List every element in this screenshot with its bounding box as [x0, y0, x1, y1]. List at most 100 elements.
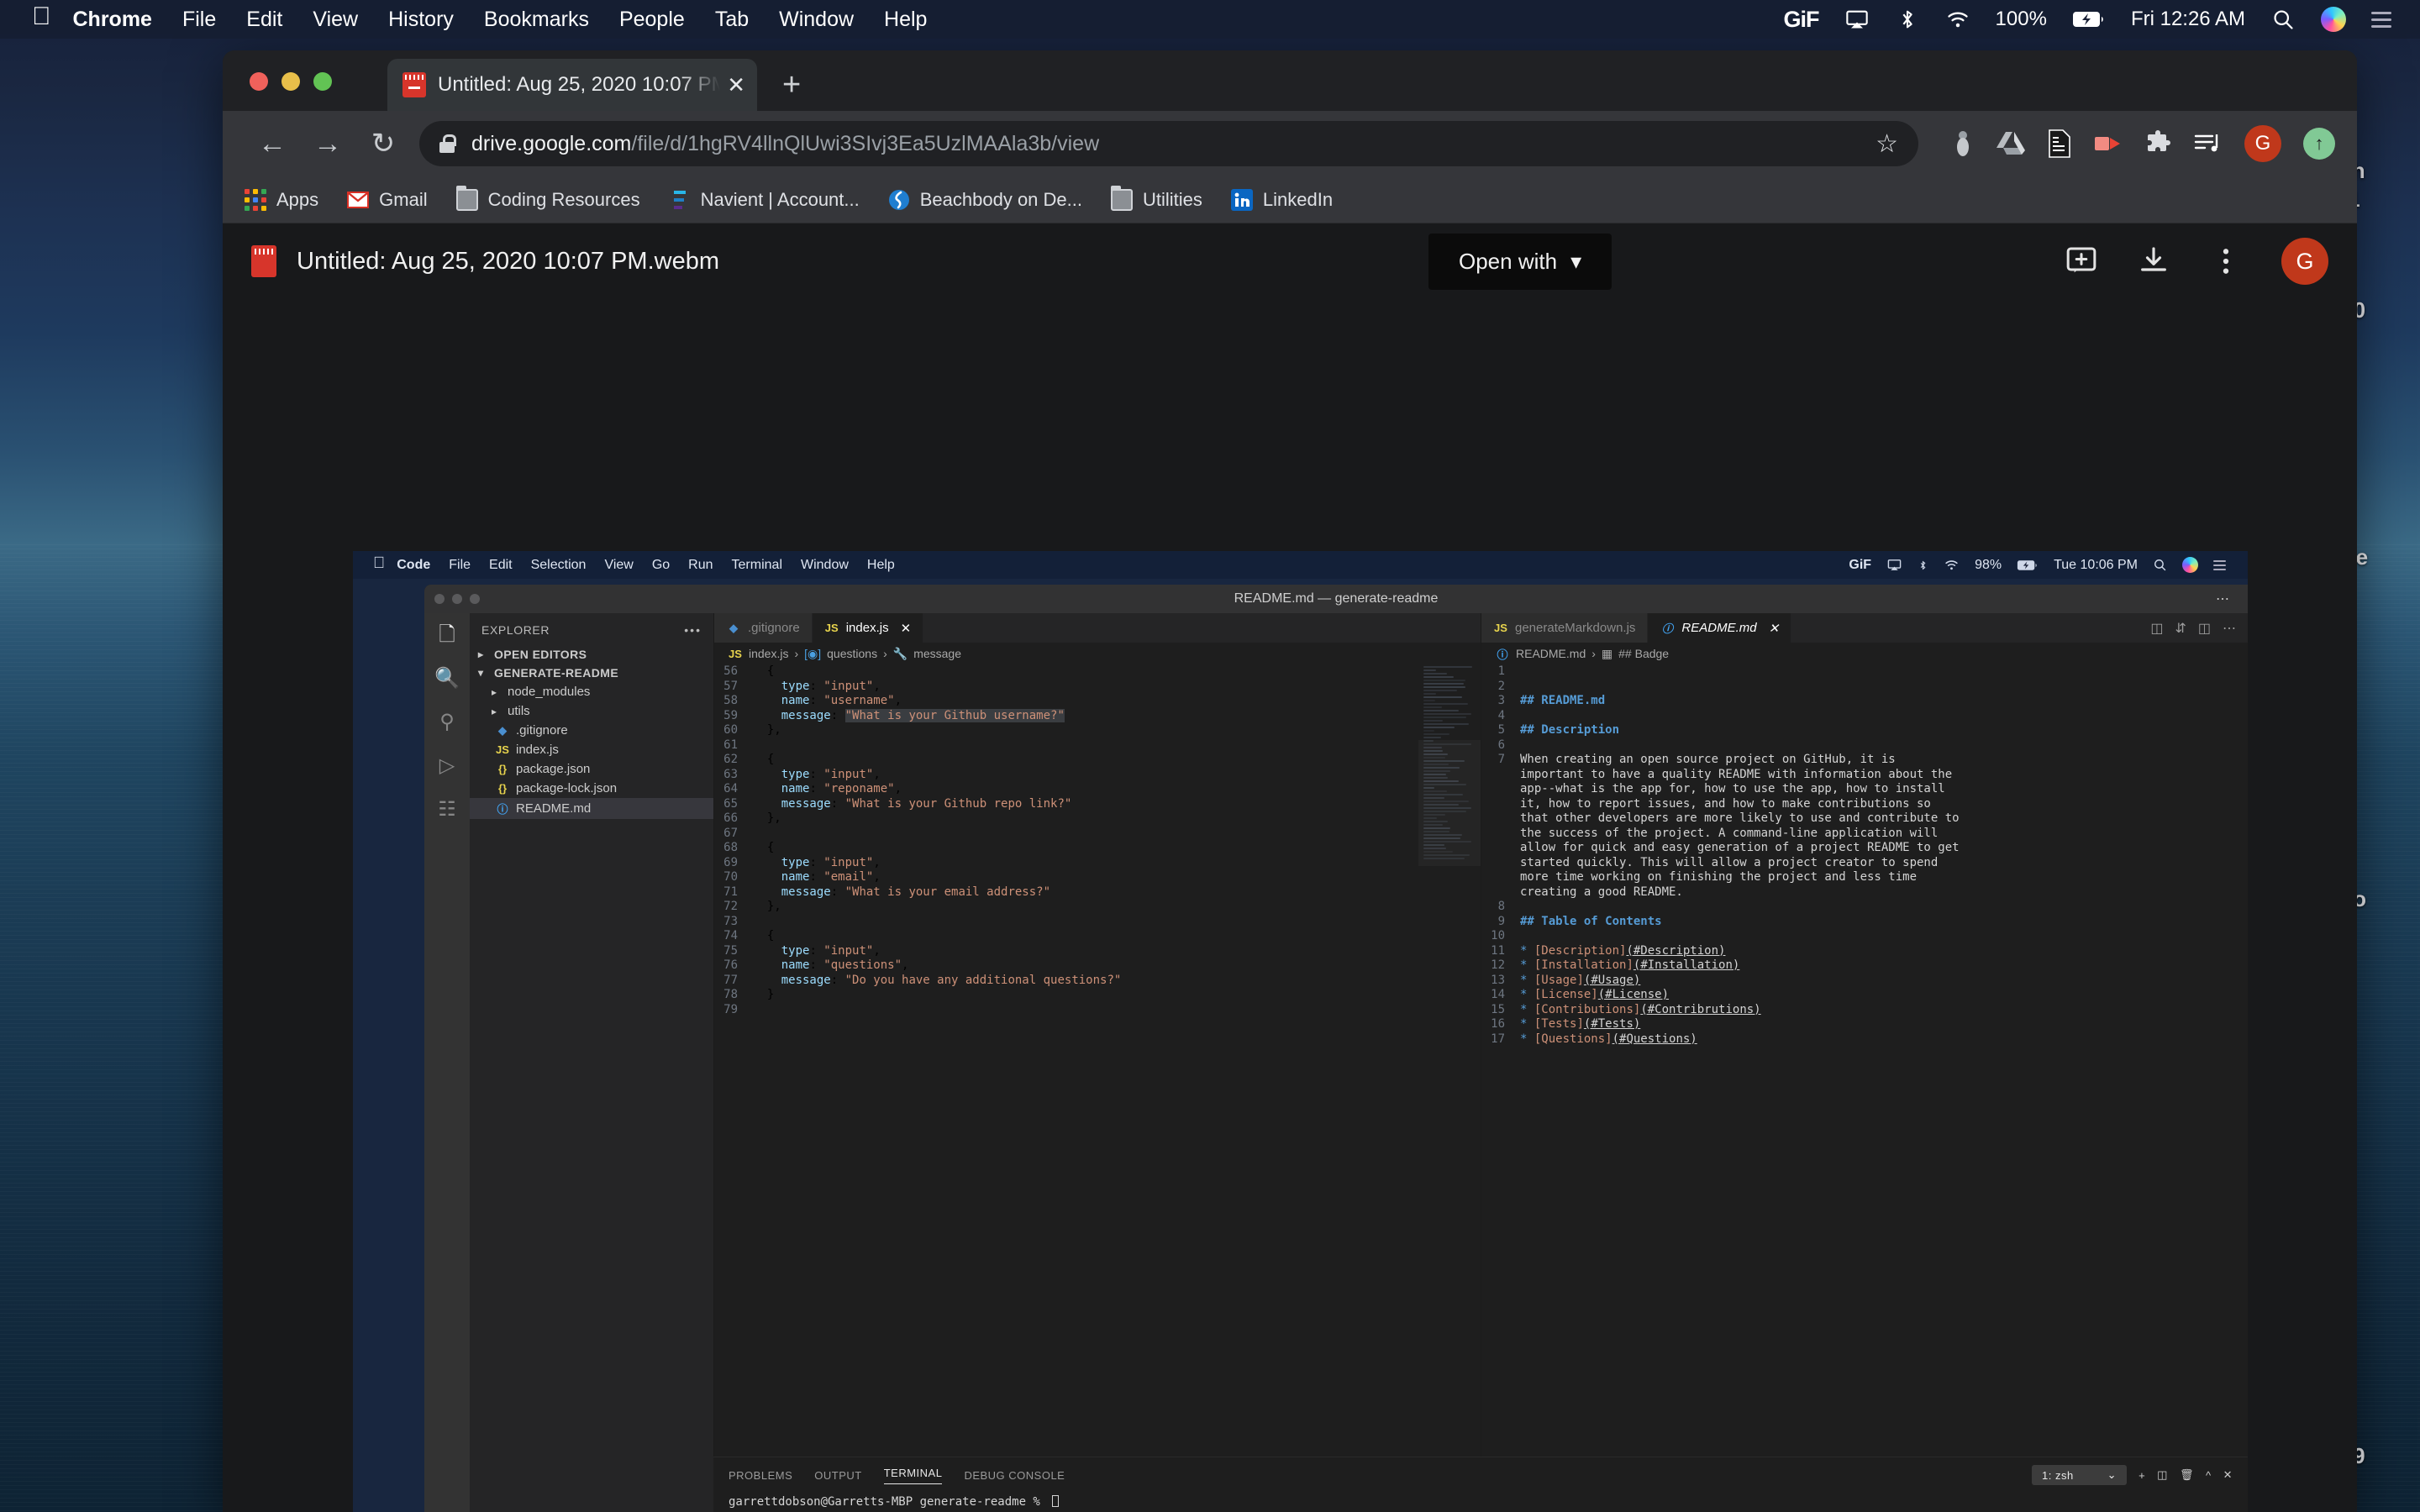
maximize-panel-icon[interactable]: ^ — [2206, 1469, 2212, 1482]
new-tab-button[interactable]: + — [782, 69, 801, 101]
panel-tab-output[interactable]: OUTPUT — [814, 1469, 861, 1482]
more-options-icon[interactable] — [2209, 244, 2243, 278]
panel-tab-problems[interactable]: PROBLEMS — [729, 1469, 792, 1482]
menu-item-file[interactable]: File — [182, 8, 216, 32]
address-bar[interactable]: drive.google.com/file/d/1hgRV4llnQlUwi3S… — [419, 121, 1918, 166]
avatar[interactable]: G — [2281, 238, 2328, 285]
bookmark-coding-resources[interactable]: Coding Resources — [456, 189, 640, 211]
google-drive-icon[interactable] — [1996, 130, 2026, 157]
bookmark-utilities[interactable]: Utilities — [1111, 189, 1202, 211]
kill-terminal-icon[interactable]: 🗑 — [2180, 1468, 2194, 1482]
breadcrumb-item[interactable]: ## Badge — [1618, 647, 1669, 660]
source-control-icon[interactable]: ⚲ — [439, 712, 455, 732]
document-icon[interactable] — [2048, 129, 2071, 158]
menu-item-window[interactable]: Window — [779, 8, 854, 32]
close-tab-icon[interactable]: ✕ — [901, 621, 912, 636]
gif-recorder-icon[interactable]: GiF — [1784, 7, 1819, 33]
breadcrumb-item[interactable]: questions — [827, 647, 877, 660]
close-tab-button[interactable]: ✕ — [727, 72, 745, 98]
maximize-window-button[interactable] — [313, 72, 332, 91]
split-terminal-icon[interactable]: ◫ — [2157, 1468, 2168, 1482]
more-options-icon[interactable]: ••• — [684, 623, 702, 637]
tab-generatemarkdown-js[interactable]: JS generateMarkdown.js — [1481, 613, 1648, 643]
run-debug-icon[interactable]: ▷ — [439, 756, 455, 776]
apple-icon[interactable]:  — [32, 4, 51, 29]
tab-readme-md[interactable]: ⓘ README.md ✕ — [1648, 613, 1791, 643]
explorer-icon[interactable]: 🗋 — [439, 625, 455, 645]
menu-item-tab[interactable]: Tab — [715, 8, 749, 32]
menu-item-chrome[interactable]: Chrome — [73, 8, 152, 32]
explorer-item-package-lock-json[interactable]: {} package-lock.json — [470, 779, 713, 798]
bookmark-beachbody[interactable]: Beachbody on De... — [888, 189, 1082, 211]
control-center-icon[interactable] — [2371, 12, 2391, 28]
terminal-output[interactable]: garrettdobson@Garretts-MBP generate-read… — [713, 1485, 2248, 1512]
explorer-item-node-modules[interactable]: ▸ node_modules — [470, 682, 713, 701]
close-panel-icon[interactable]: ✕ — [2223, 1468, 2233, 1482]
breadcrumb-item[interactable]: index.js — [749, 647, 788, 660]
battery-charging-icon[interactable] — [2072, 8, 2106, 31]
layout-icon[interactable]: ◫ — [2198, 620, 2211, 637]
extensions-icon[interactable]: ☷ — [438, 800, 456, 820]
bookmark-star-icon[interactable]: ☆ — [1860, 129, 1898, 159]
menu-item-people[interactable]: People — [619, 8, 685, 32]
code-editor-right[interactable]: 1 2 3 ## README.md 4 5 ## Description 6 7 When cr… — [1481, 664, 2248, 1457]
search-icon[interactable]: 🔍 — [434, 669, 460, 689]
new-terminal-icon[interactable]: + — [2139, 1469, 2145, 1482]
video-player[interactable]:  Code File Edit Selection View Go Run T… — [353, 551, 2248, 1512]
profile-avatar[interactable]: G — [2244, 125, 2281, 162]
open-changes-icon[interactable]: ⇵ — [2175, 620, 2186, 637]
siri-icon[interactable] — [2321, 7, 2346, 32]
reload-button[interactable]: ↻ — [355, 129, 411, 158]
minimap-right[interactable] — [2187, 664, 2248, 1457]
menu-item-help[interactable]: Help — [884, 8, 927, 32]
bookmark-linkedin[interactable]: LinkedIn — [1231, 189, 1333, 211]
add-comment-icon[interactable] — [2065, 244, 2098, 278]
playlist-icon[interactable] — [2194, 131, 2223, 156]
puzzle-extensions-icon[interactable] — [2145, 130, 2172, 157]
split-editor-icon[interactable]: ◫ — [2150, 620, 2163, 637]
terminal-shell-selector[interactable]: 1: zsh ⌄ — [2032, 1465, 2127, 1485]
download-icon[interactable] — [2137, 244, 2170, 278]
bug-icon[interactable] — [1952, 129, 1974, 159]
bookmark-navient[interactable]: Navient | Account... — [669, 189, 860, 211]
back-button[interactable]: ← — [245, 129, 300, 158]
menu-item-history[interactable]: History — [388, 8, 454, 32]
menu-item-edit[interactable]: Edit — [246, 8, 282, 32]
update-available-icon[interactable]: ↑ — [2303, 128, 2335, 160]
menu-item-view[interactable]: View — [313, 8, 358, 32]
window-traffic-lights[interactable] — [250, 72, 332, 91]
search-icon[interactable] — [2270, 8, 2296, 31]
tab-gitignore[interactable]: ◆ .gitignore — [714, 613, 813, 643]
forward-button[interactable]: → — [300, 129, 355, 158]
menu-item-bookmarks[interactable]: Bookmarks — [484, 8, 589, 32]
explorer-item-index-js[interactable]: JS index.js — [470, 740, 713, 759]
minimize-window-button[interactable] — [281, 72, 300, 91]
minimap-slider[interactable] — [1418, 740, 1481, 866]
panel-tab-debug-console[interactable]: DEBUG CONSOLE — [964, 1469, 1065, 1482]
explorer-item-package-json[interactable]: {} package.json — [470, 759, 713, 779]
breadcrumb-item[interactable]: README.md — [1516, 647, 1586, 660]
bookmark-gmail[interactable]: Gmail — [347, 189, 427, 211]
open-with-button[interactable]: Open with ▾ — [1428, 234, 1612, 290]
panel-tab-terminal[interactable]: TERMINAL — [884, 1467, 943, 1484]
explorer-item-utils[interactable]: ▸ utils — [470, 701, 713, 721]
bookmark-label: Coding Resources — [488, 189, 640, 211]
json-icon: {} — [495, 782, 510, 795]
explorer-item-readme-md[interactable]: ⓘ README.md — [470, 798, 713, 819]
bookmark-apps[interactable]: Apps — [245, 189, 318, 211]
breadcrumb-item[interactable]: message — [913, 647, 961, 660]
wifi-icon[interactable] — [1945, 8, 1970, 31]
close-tab-icon[interactable]: ✕ — [1769, 621, 1780, 636]
more-options-icon[interactable]: ⋯ — [2223, 620, 2236, 637]
minimap-left[interactable] — [1418, 664, 1481, 1457]
explorer-section-open-editors[interactable]: ▸ OPEN EDITORS — [470, 645, 713, 664]
explorer-section-project[interactable]: ▾ GENERATE-README — [470, 664, 713, 682]
bluetooth-icon[interactable] — [1895, 8, 1920, 31]
code-editor-left[interactable]: 56 {57 type: "input", 58 name: "username"… — [714, 664, 1481, 1457]
browser-tab[interactable]: Untitled: Aug 25, 2020 10:07 PM.webm ✕ — [387, 59, 757, 111]
tab-index-js[interactable]: JS index.js ✕ — [813, 613, 923, 643]
close-window-button[interactable] — [250, 72, 268, 91]
screen-recorder-icon[interactable] — [2093, 131, 2123, 156]
airplay-icon[interactable] — [1844, 8, 1870, 31]
explorer-item-gitignore[interactable]: ◆ .gitignore — [470, 721, 713, 740]
